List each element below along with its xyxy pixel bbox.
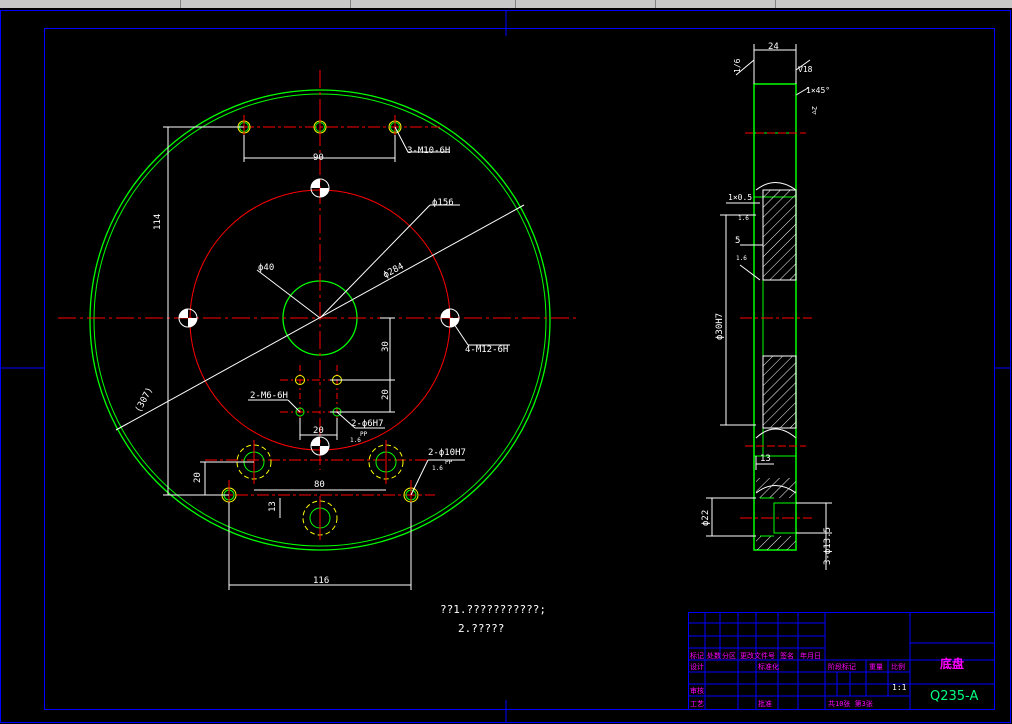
tb-scale-value: 1:1 <box>892 683 907 692</box>
dim-114: 114 <box>153 214 163 230</box>
ra-1-6-b: 1.6 <box>432 465 443 472</box>
dim-20-bottom: 20 <box>313 426 324 436</box>
tb-sheets: 共10张 第3张 <box>828 699 873 708</box>
side-face-finish: 1/6 <box>733 58 742 73</box>
side-dim-22: ϕ22 <box>701 510 711 526</box>
tb-label-mark: 标记 <box>690 651 704 660</box>
tb-process: 工艺 <box>690 700 704 708</box>
side-dim-5: 5 <box>735 236 740 246</box>
side-chamfer-top: 1×45° <box>806 86 830 95</box>
side-bore-30: ϕ30H7 <box>715 313 725 340</box>
small-holes <box>295 375 342 417</box>
dim-pin-hole: 2-ϕ6H7 <box>351 419 384 429</box>
side-ra-16: 1.6 <box>738 215 749 222</box>
tb-approve: 批准 <box>758 699 772 708</box>
dim-116: 116 <box>313 576 329 586</box>
tb-label-date: 年月日 <box>800 651 821 660</box>
dim-30: 30 <box>381 341 391 352</box>
tb-label-change: 更改文件号 <box>740 651 775 660</box>
tb-standard: 标准化 <box>758 662 779 671</box>
ra-1-6-a: 1.6 <box>350 437 361 444</box>
tech-note-2: 2.????? <box>458 622 504 635</box>
tech-note-1: ??1.???????????; <box>440 603 546 616</box>
dim-bore-40: ϕ40 <box>258 263 274 273</box>
tb-designer: 设计 <box>690 662 704 671</box>
title-block: 标记 处数 分区 更改文件号 签名 年月日 设计 标准化 审核 工艺 批准 阶段… <box>688 612 995 710</box>
tb-review: 审核 <box>690 686 704 695</box>
side-dim-13: 13 <box>760 454 771 464</box>
tb-stage-mark: 阶段标记 <box>828 662 856 671</box>
dim-13: 13 <box>268 501 278 512</box>
dim-side-thread: 4-M12-6H <box>465 345 508 355</box>
tb-label-zone: 分区 <box>722 651 736 660</box>
tb-label-sign: 签名 <box>780 651 794 660</box>
side-dim-24: 24 <box>768 42 779 52</box>
dim-pcd-156: ϕ156 <box>432 198 454 208</box>
tb-label-count: 处数 <box>707 651 721 660</box>
tb-material: Q235-A <box>930 689 978 704</box>
dim-80: 80 <box>314 480 325 490</box>
front-view: 90 3-M10-6H 114 ϕ156 ϕ284 ϕ40 4-M12-6H 3… <box>58 70 578 590</box>
dim-m6: 2-M6-6H <box>250 391 288 401</box>
side-chamfer-1x05: 1×0.5 <box>728 193 752 202</box>
tb-weight: 重量 <box>869 663 883 671</box>
side-r-top: ∇18 <box>797 65 813 74</box>
dim-pcd-284: ϕ284 <box>382 262 406 281</box>
side-small-22: 2▽ <box>810 106 818 115</box>
dim-top-thread: 3-M10-6H <box>407 146 450 156</box>
side-counterbore: 3-ϕ13.5 <box>823 527 833 565</box>
tb-scale-label: 比例 <box>891 662 905 671</box>
dim-20-left: 20 <box>193 472 203 483</box>
side-view: 24 1/6 ∇18 1×45° 2▽ 1×0.5 1.6 5 1.6 ϕ30H… <box>701 42 833 570</box>
dim-pin-pp: PP <box>360 431 368 438</box>
dim-pp2: PP <box>445 459 453 466</box>
cad-drawing-canvas[interactable]: 90 3-M10-6H 114 ϕ156 ϕ284 ϕ40 4-M12-6H 3… <box>0 0 1012 724</box>
tb-part-name: 底盘 <box>940 656 964 671</box>
dim-90: 90 <box>313 153 324 163</box>
side-ra-16b: 1.6 <box>736 255 747 262</box>
dim-pin-10: 2-ϕ10H7 <box>428 448 466 458</box>
dim-20-right: 20 <box>381 389 391 400</box>
